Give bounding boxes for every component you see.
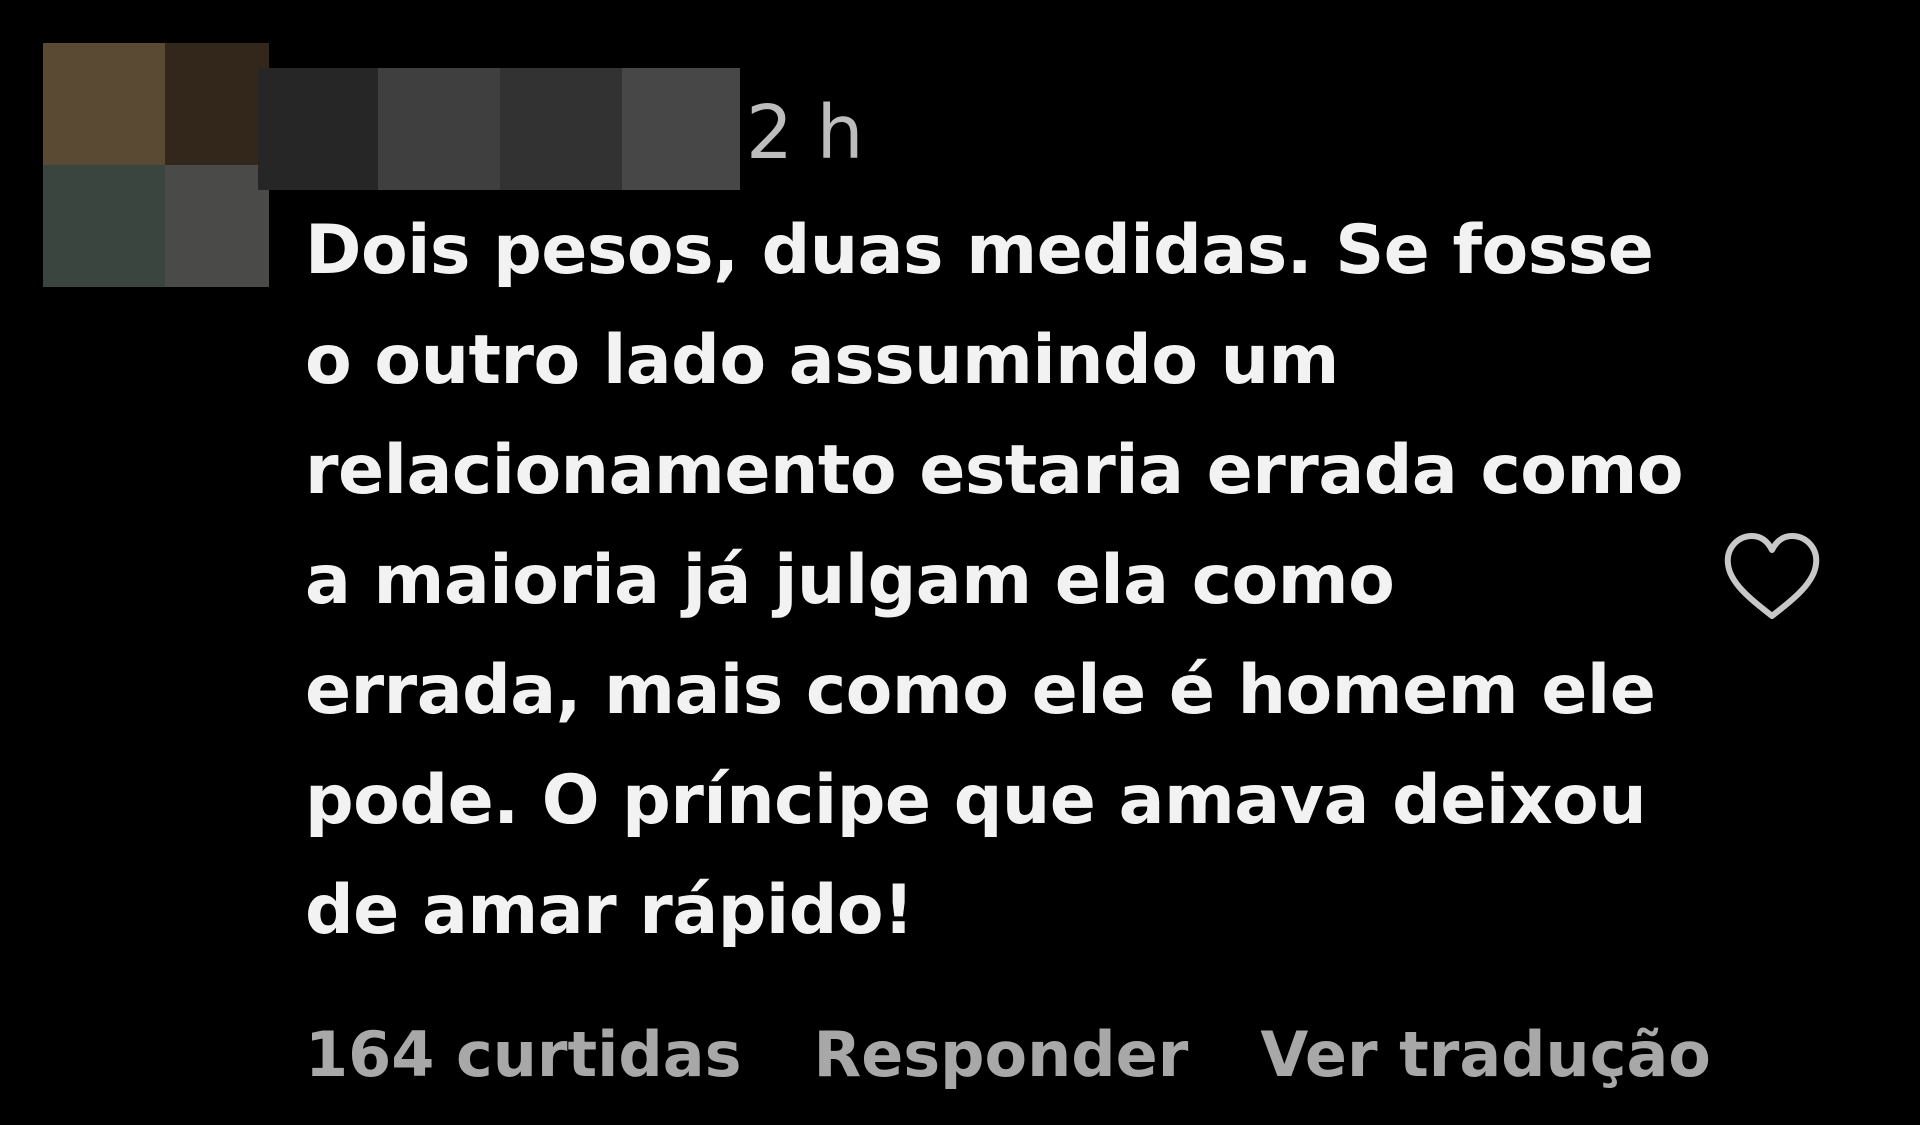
- comment-text-line: relacionamento estaria errada como: [305, 431, 1684, 510]
- reply-button[interactable]: Responder: [813, 1010, 1188, 1100]
- see-translation-link[interactable]: Ver tradução: [1260, 1010, 1711, 1100]
- username-tile: [378, 68, 500, 190]
- username-tile: [622, 68, 740, 190]
- avatar-tile: [165, 43, 269, 165]
- comment-timestamp: 2 h: [746, 90, 864, 176]
- username-tile: [258, 68, 378, 190]
- likes-count-link[interactable]: 164 curtidas: [305, 1010, 741, 1100]
- username-tile: [500, 68, 622, 190]
- like-button[interactable]: [1720, 528, 1824, 628]
- comment-text-line: a maioria já julgam ela como: [305, 541, 1395, 620]
- comment-text: Dois pesos, duas medidas. Se fosse o out…: [305, 196, 1725, 966]
- heart-icon: [1724, 533, 1820, 619]
- avatar[interactable]: [43, 43, 269, 287]
- avatar-tile: [43, 43, 165, 165]
- username-censored[interactable]: [258, 68, 740, 190]
- comment-text-line: Dois pesos, duas medidas. Se fosse: [305, 211, 1654, 290]
- avatar-tile: [165, 165, 269, 287]
- avatar-tile: [43, 165, 165, 287]
- comment-actions: 164 curtidas Responder Ver tradução: [305, 1010, 1711, 1100]
- comment-text-line: errada, mais como ele é homem ele: [305, 651, 1656, 730]
- comment-text-line: pode. O príncipe que amava deixou: [305, 761, 1647, 840]
- comment: 2 h Dois pesos, duas medidas. Se fosse o…: [0, 0, 1920, 1125]
- comment-text-line: o outro lado assumindo um: [305, 321, 1339, 400]
- comment-text-line: de amar rápido!: [305, 871, 914, 950]
